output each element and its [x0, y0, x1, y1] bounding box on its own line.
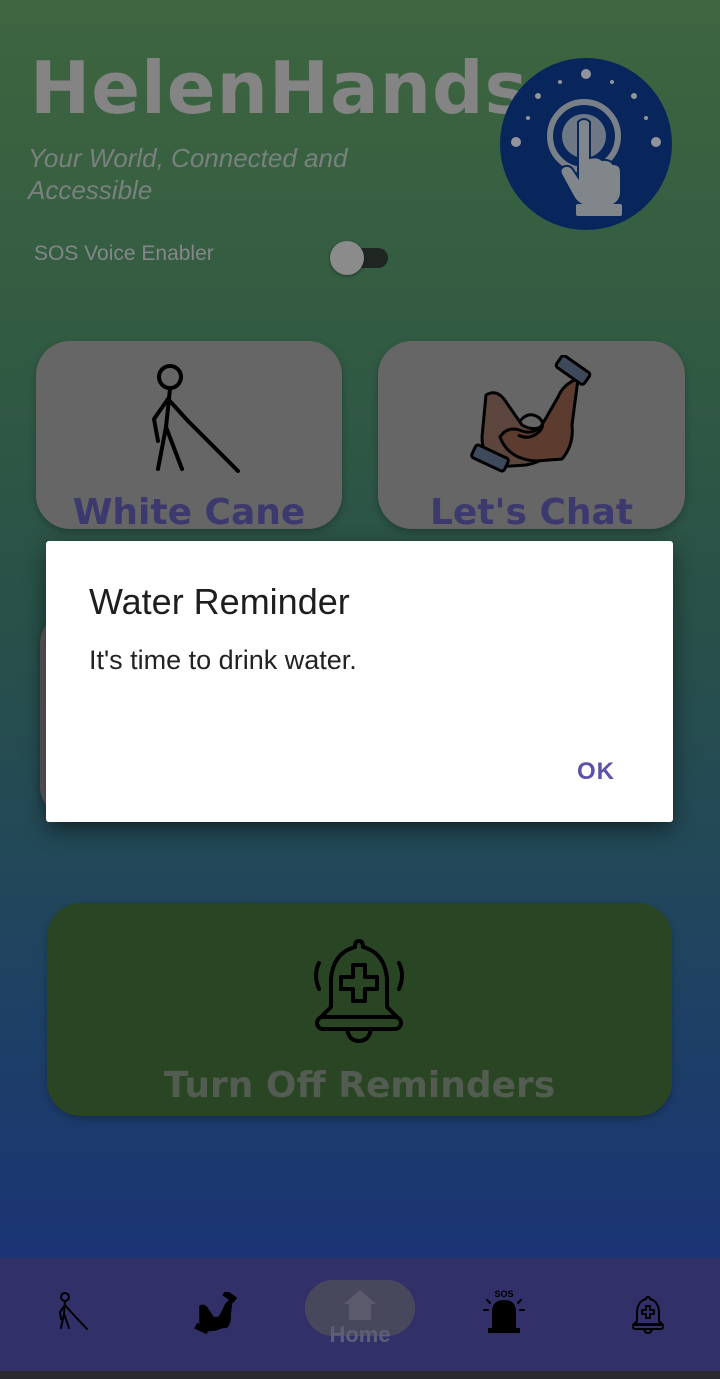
system-bottom-bar [0, 1371, 720, 1379]
dialog-title: Water Reminder [89, 581, 350, 622]
screen: HelenHands Your World, Connected and Acc… [0, 0, 720, 1379]
ok-button[interactable]: OK [577, 758, 615, 786]
water-reminder-dialog: Water Reminder It's time to drink water.… [46, 541, 673, 822]
dialog-message: It's time to drink water. [89, 645, 357, 675]
